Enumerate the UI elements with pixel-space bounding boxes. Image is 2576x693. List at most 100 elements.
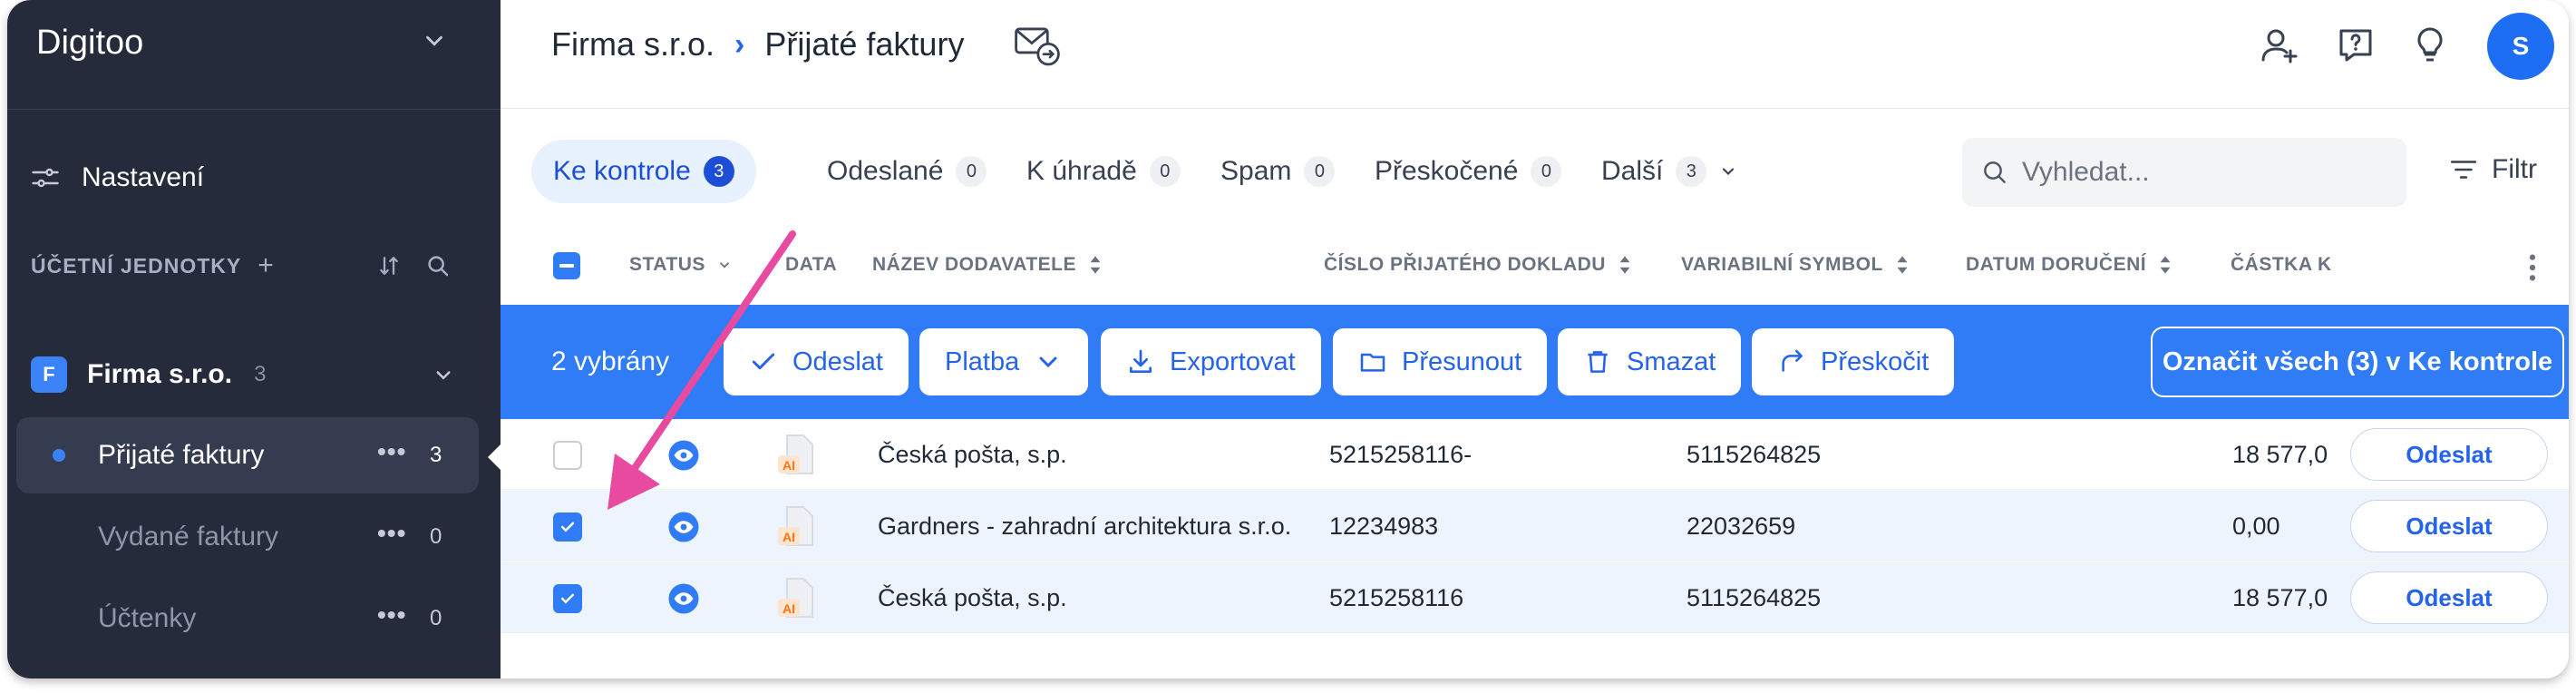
delete-button[interactable]: Smazat	[1558, 328, 1742, 395]
add-unit-button[interactable]: +	[258, 250, 274, 281]
tab-count: 0	[1531, 156, 1562, 187]
button-label: Přeskočit	[1821, 346, 1930, 376]
row-checkbox[interactable]	[553, 512, 582, 542]
tab-odeslane[interactable]: Odeslané 0	[827, 140, 987, 203]
company-item[interactable]: F Firma s.r.o. 3	[31, 354, 457, 395]
column-label: STATUS	[629, 254, 705, 275]
row-checkbox[interactable]	[553, 441, 582, 470]
tab-label: K úhradě	[1026, 156, 1137, 186]
more-vertical-icon[interactable]	[2528, 252, 2537, 283]
tab-count: 0	[1149, 156, 1181, 187]
filter-button[interactable]: Filtr	[2448, 154, 2537, 185]
tab-label: Odeslané	[827, 156, 944, 186]
tab-count: 0	[1304, 156, 1336, 187]
column-amount[interactable]: ČÁSTKA K	[2231, 254, 2332, 276]
sort-icon[interactable]	[375, 252, 403, 279]
move-button[interactable]: Přesunout	[1333, 328, 1548, 395]
add-user-icon[interactable]	[2258, 24, 2301, 67]
main-content: Firma s.r.o. › Přijaté faktury S Ke kont…	[501, 0, 2569, 678]
tab-dalsi[interactable]: Další 3	[1601, 140, 1737, 203]
divider	[7, 109, 501, 110]
sidebar-item-received-invoices[interactable]: Přijaté faktury ••• 3	[16, 417, 479, 493]
skip-button[interactable]: Přeskočit	[1752, 328, 1955, 395]
chevron-down-icon	[719, 262, 730, 268]
filter-icon	[2450, 161, 2477, 179]
tab-spam[interactable]: Spam 0	[1220, 140, 1336, 203]
sidebar-item-settings[interactable]: Nastavení	[29, 156, 204, 200]
breadcrumb-separator: ›	[734, 26, 745, 62]
tab-count: 3	[1676, 156, 1707, 187]
column-label: DATA	[785, 254, 838, 275]
amount-cell: 18 577,0	[2232, 584, 2328, 611]
doc-number-cell: 5215258116-	[1329, 441, 1473, 468]
lightbulb-icon[interactable]	[2408, 24, 2452, 67]
more-icon[interactable]: •••	[377, 600, 406, 630]
search-icon	[1984, 161, 2006, 183]
select-all-checkbox[interactable]	[553, 252, 580, 279]
sidebar-item-count: 0	[430, 606, 442, 630]
tab-ke-kontrole[interactable]: Ke kontrole 3	[531, 140, 756, 203]
column-var-symbol[interactable]: VARIABILNÍ SYMBOL	[1681, 254, 1910, 276]
eye-icon[interactable]	[667, 511, 700, 543]
sidebar-item-issued-invoices[interactable]: Vydané faktury ••• 0	[16, 499, 479, 575]
sidebar-item-label: Přijaté faktury	[98, 440, 265, 470]
payment-dropdown[interactable]: Platba	[919, 328, 1089, 395]
table-row[interactable]: AI Česká pošta, s.p. 5215258116 51152648…	[501, 562, 2569, 633]
column-doc-number[interactable]: ČÍSLO PŘIJATÉHO DOKLADU	[1324, 254, 1633, 276]
supplier-cell: Gardners - zahradní architektura s.r.o.	[878, 512, 1292, 540]
tab-preskocene[interactable]: Přeskočené 0	[1375, 140, 1562, 203]
chevron-down-icon[interactable]	[430, 361, 457, 388]
eye-icon[interactable]	[667, 582, 700, 615]
search-input[interactable]	[2022, 157, 2385, 188]
eye-icon[interactable]	[667, 439, 700, 472]
check-icon	[560, 593, 575, 604]
sidebar-item-label: Vydané faktury	[98, 522, 278, 551]
sidebar-item-receipts[interactable]: Účtenky ••• 0	[16, 581, 479, 657]
breadcrumb: Firma s.r.o. › Přijaté faktury	[551, 25, 964, 63]
mail-forward-icon[interactable]	[1014, 25, 1061, 67]
search-icon[interactable]	[424, 252, 452, 279]
tab-label: Ke kontrole	[553, 156, 691, 186]
check-icon	[560, 522, 575, 532]
column-delivery-date[interactable]: DATUM DORUČENÍ	[1966, 254, 2173, 276]
download-icon	[1130, 349, 1152, 373]
topbar: Firma s.r.o. › Přijaté faktury S	[501, 0, 2569, 109]
search-box	[1962, 138, 2406, 207]
section-header: ÚČETNÍ JEDNOTKY +	[31, 250, 274, 281]
sort-icon	[1090, 256, 1101, 274]
table-row[interactable]: AI Česká pošta, s.p. 5215258116- 5115264…	[501, 419, 2569, 490]
row-send-button[interactable]: Odeslat	[2350, 500, 2548, 552]
row-checkbox[interactable]	[553, 584, 582, 613]
column-supplier[interactable]: NÁZEV DODAVATELE	[872, 254, 1103, 276]
button-label: Exportovat	[1170, 346, 1296, 376]
sort-icon	[2160, 256, 2171, 274]
send-button[interactable]: Odeslat	[724, 328, 909, 395]
column-label: ČÍSLO PŘIJATÉHO DOKLADU	[1324, 254, 1606, 275]
column-data[interactable]: DATA	[785, 254, 837, 276]
export-button[interactable]: Exportovat	[1101, 328, 1321, 395]
more-icon[interactable]: •••	[377, 437, 406, 466]
row-send-button[interactable]: Odeslat	[2350, 428, 2548, 481]
column-label: NÁZEV DODAVATELE	[872, 254, 1077, 275]
tab-k-uhrade[interactable]: K úhradě 0	[1026, 140, 1181, 203]
tab-label: Další	[1601, 156, 1664, 186]
tab-count: 3	[703, 156, 734, 187]
select-all-button[interactable]: Označit všech (3) v Ke kontrole	[2151, 327, 2564, 397]
company-label: Firma s.r.o.	[87, 359, 233, 389]
chevron-down-icon[interactable]	[421, 27, 448, 54]
column-label: ČÁSTKA K	[2231, 254, 2332, 275]
table-row[interactable]: AI Gardners - zahradní architektura s.r.…	[501, 491, 2569, 561]
row-send-button[interactable]: Odeslat	[2350, 571, 2548, 624]
tab-label: Spam	[1220, 156, 1292, 186]
ai-badge: AI	[783, 601, 795, 616]
active-dot	[53, 449, 65, 462]
brand-name: Digitoo	[36, 24, 144, 62]
column-status[interactable]: STATUS	[629, 254, 733, 276]
document-ai-icon: AI	[778, 506, 813, 546]
avatar[interactable]: S	[2487, 13, 2554, 80]
more-icon[interactable]: •••	[377, 519, 406, 548]
breadcrumb-parent[interactable]: Firma s.r.o.	[551, 25, 714, 63]
redo-icon	[1782, 349, 1803, 372]
chevron-down-icon	[1723, 168, 1735, 175]
help-icon[interactable]	[2334, 24, 2377, 67]
